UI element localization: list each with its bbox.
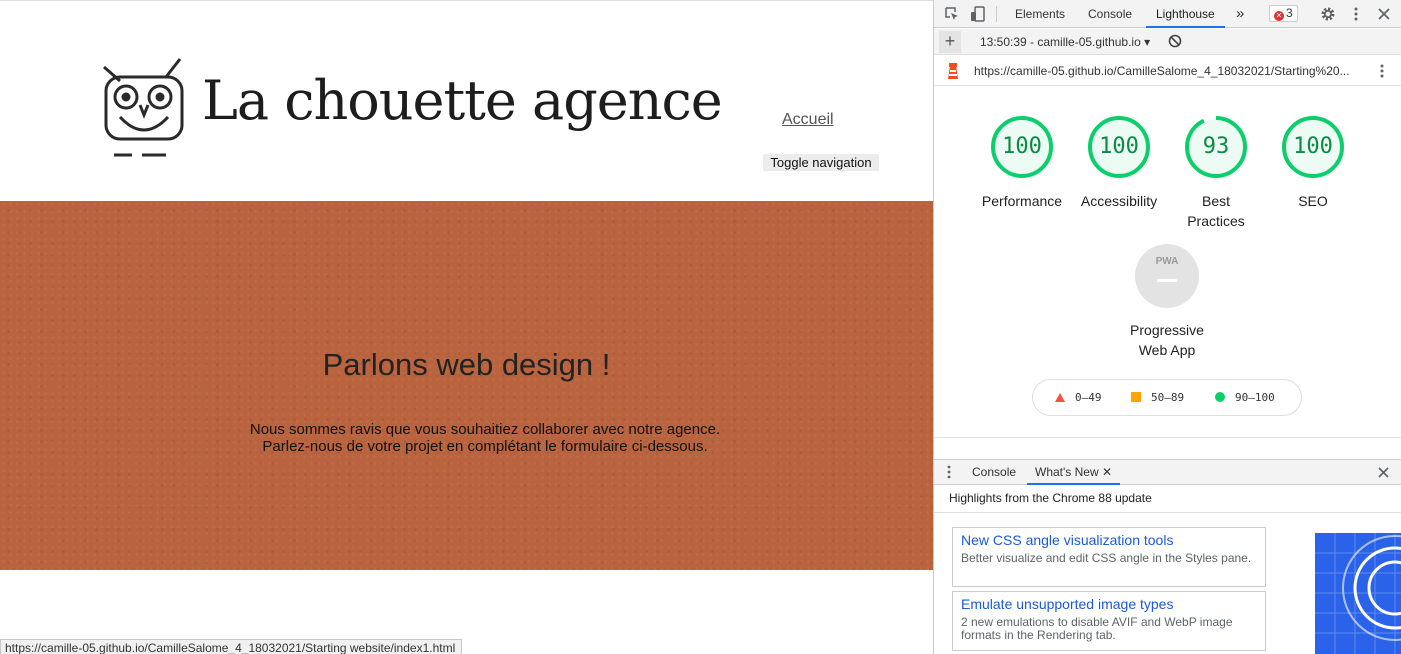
report-menu-icon[interactable]	[1376, 63, 1388, 84]
drawer-menu-icon[interactable]	[946, 465, 952, 484]
lighthouse-toolbar: + 13:50:39 - camille-05.github.io ▾	[934, 29, 1401, 55]
circle-icon	[1215, 392, 1225, 402]
score-legend: 0–49 50–89 90–100	[1032, 379, 1302, 416]
whats-new-card[interactable]: Emulate unsupported image types 2 new em…	[952, 591, 1266, 651]
drawer-tab-label: What's New	[1035, 465, 1099, 479]
drawer-tab-console[interactable]: Console	[972, 460, 1016, 485]
devtools-panel: Elements Console Lighthouse » ✕ 3 + 13:50…	[933, 0, 1401, 654]
pwa-label-line-2: Web App	[1138, 342, 1196, 358]
tab-console[interactable]: Console	[1088, 0, 1132, 28]
divider	[934, 512, 1401, 513]
toggle-navigation-button[interactable]: Toggle navigation	[763, 154, 879, 171]
lighthouse-logo-icon	[946, 62, 960, 85]
status-bar-url: https://camille-05.github.io/CamilleSalo…	[0, 639, 463, 654]
gauge-label: Best Practices	[1187, 193, 1245, 229]
hero-line-1: Nous sommes ravis que vous souhaitiez co…	[249, 421, 721, 438]
more-options-icon[interactable]	[1348, 6, 1364, 22]
report-url: https://camille-05.github.io/CamilleSalo…	[974, 64, 1350, 78]
devtools-toolbar: Elements Console Lighthouse » ✕ 3	[934, 0, 1401, 28]
gauge-performance[interactable]: 100 Performance	[972, 115, 1072, 211]
whats-new-heading: Highlights from the Chrome 88 update	[949, 491, 1152, 505]
legend-fail: 0–49	[1055, 380, 1102, 415]
gauge-accessibility[interactable]: 100 Accessibility	[1069, 115, 1169, 211]
gauge-best-practices[interactable]: 93 Best Practices	[1166, 115, 1266, 231]
triangle-icon	[1055, 393, 1065, 402]
drawer-toolbar: Console What's New ✕	[934, 459, 1401, 485]
gauge-score: 100	[1293, 134, 1333, 159]
more-tabs-icon[interactable]: »	[1236, 0, 1244, 28]
owl-logo-icon	[103, 58, 184, 157]
nav-link-accueil[interactable]: Accueil	[782, 111, 834, 129]
legend-average-range: 50–89	[1151, 391, 1185, 404]
gauge-label: Performance	[981, 193, 1063, 209]
divider	[934, 437, 1401, 438]
hero-line-2: Parlez-nous de votre projet en complétan…	[262, 438, 708, 455]
error-count-badge[interactable]: ✕ 3	[1269, 5, 1298, 22]
gauge-label: Accessibility	[1080, 193, 1158, 209]
toolbar-divider	[996, 6, 997, 22]
report-url-row: https://camille-05.github.io/CamilleSalo…	[934, 56, 1401, 86]
close-devtools-icon[interactable]	[1376, 6, 1392, 22]
card-title[interactable]: Emulate unsupported image types	[961, 596, 1257, 613]
close-tab-icon[interactable]: ✕	[1102, 465, 1112, 479]
gauge-seo[interactable]: 100 SEO	[1263, 115, 1363, 211]
card-description: Better visualize and edit CSS angle in t…	[961, 551, 1252, 565]
gauge-score: 100	[1099, 134, 1139, 159]
pwa-badge-icon: PWA	[1135, 244, 1199, 308]
error-icon: ✕	[1274, 11, 1284, 21]
site-logo[interactable]: La chouette agence	[96, 55, 746, 161]
legend-fail-range: 0–49	[1075, 391, 1102, 404]
gauge-pwa[interactable]: PWA Progressive Web App	[1117, 244, 1217, 360]
error-count: 3	[1286, 6, 1293, 20]
device-toolbar-icon[interactable]	[970, 6, 986, 22]
inspect-element-icon[interactable]	[944, 6, 960, 22]
legend-average: 50–89	[1131, 380, 1184, 415]
card-title[interactable]: New CSS angle visualization tools	[961, 532, 1257, 549]
dropdown-arrow-icon: ▾	[1144, 35, 1151, 49]
gauge-score: 100	[1002, 134, 1042, 159]
tab-lighthouse[interactable]: Lighthouse	[1146, 0, 1225, 28]
drawer-tab-whats-new[interactable]: What's New ✕	[1027, 460, 1121, 485]
new-report-button[interactable]: +	[939, 31, 961, 53]
report-selector[interactable]: 13:50:39 - camille-05.github.io ▾	[980, 29, 1150, 55]
logo-wordmark: La chouette agence	[202, 69, 723, 132]
tab-elements[interactable]: Elements	[1015, 0, 1065, 28]
hero-section: Parlons web design ! Nous sommes ravis q…	[0, 201, 933, 570]
hero-intro: Nous sommes ravis que vous souhaitiez co…	[0, 421, 970, 455]
website-viewport: La chouette agence Accueil Toggle naviga…	[0, 0, 933, 654]
legend-pass-range: 90–100	[1235, 391, 1275, 404]
pwa-label: Progressive Web App	[1117, 320, 1217, 360]
legend-pass: 90–100	[1215, 380, 1275, 415]
gauge-score: 93	[1202, 134, 1230, 159]
settings-gear-icon[interactable]	[1320, 6, 1336, 22]
pwa-label-line-1: Progressive	[1130, 322, 1204, 338]
close-drawer-icon[interactable]	[1377, 466, 1390, 484]
report-name: 13:50:39 - camille-05.github.io	[980, 35, 1141, 49]
whats-new-card[interactable]: New CSS angle visualization tools Better…	[952, 527, 1266, 587]
card-description: 2 new emulations to disable AVIF and Web…	[961, 615, 1233, 642]
pwa-badge-text: PWA	[1155, 256, 1179, 267]
gauge-label: SEO	[1298, 193, 1328, 209]
clear-reports-icon[interactable]	[1168, 34, 1182, 53]
chrome-update-image[interactable]	[1315, 533, 1401, 654]
hero-title: Parlons web design !	[322, 347, 611, 382]
square-icon	[1131, 392, 1141, 402]
